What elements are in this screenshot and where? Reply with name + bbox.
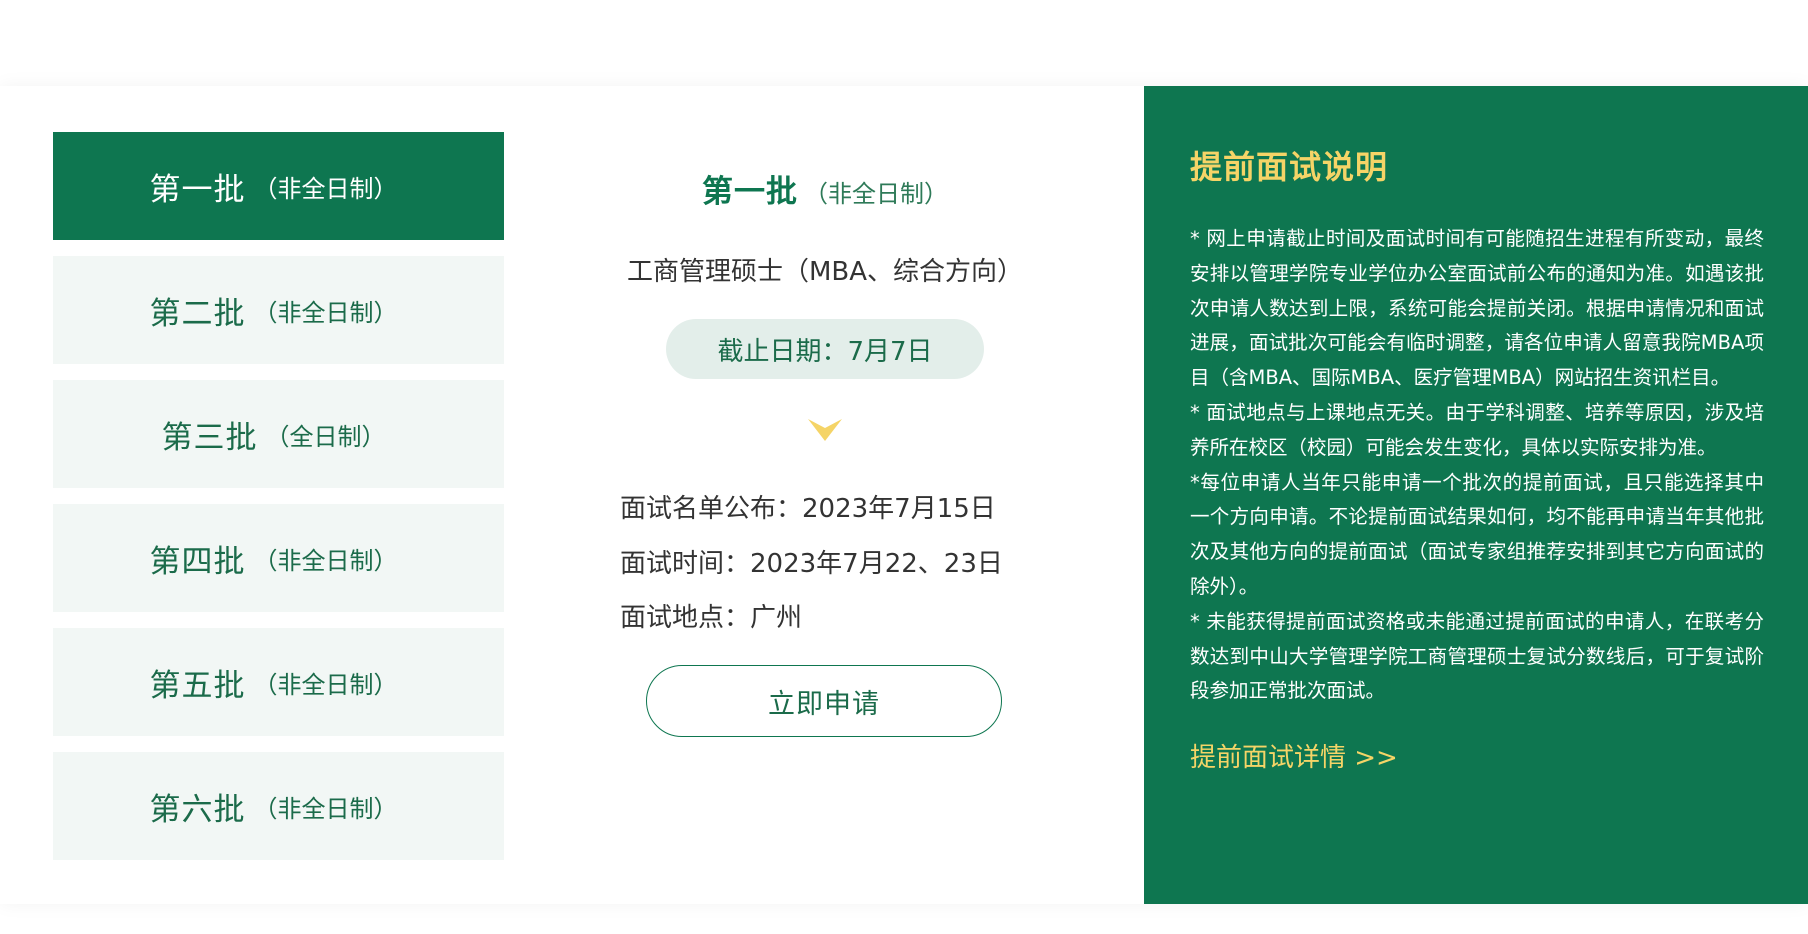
batch-detail: 第一批 （非全日制） 工商管理硕士（MBA、综合方向） 截止日期：7月7日 面试名… <box>560 86 1090 904</box>
deadline-badge: 截止日期：7月7日 <box>666 319 984 379</box>
batch-tab-name: 第一批 <box>149 171 246 208</box>
batch-tab-type: （非全日制） <box>253 794 398 823</box>
batch-tab-name: 第五批 <box>149 667 246 704</box>
batch-tab-name: 第六批 <box>149 791 246 828</box>
list-publish-date: 面试名单公布：2023年7月15日 <box>620 494 996 524</box>
notes-paragraph: * 面试地点与上课地点无关。由于学科调整、培养等原因，涉及培养所在校区（校园）可… <box>1190 400 1764 459</box>
notes-panel: 提前面试说明 * 网上申请截止时间及面试时间有可能随招生进程有所变动，最终安排以… <box>1144 86 1808 904</box>
batch-tab-type: （非全日制） <box>253 298 398 327</box>
batch-tab-name: 第四批 <box>149 543 246 580</box>
batch-tab-1[interactable]: 第一批 （非全日制） <box>53 132 504 240</box>
batch-tab-name: 第二批 <box>149 295 246 332</box>
notes-paragraph: * 网上申请截止时间及面试时间有可能随招生进程有所变动，最终安排以管理学院专业学… <box>1190 227 1764 390</box>
interview-details-link[interactable]: 提前面试详情 >> <box>1190 737 1398 774</box>
batch-list: 第一批 （非全日制） 第二批 （非全日制） 第三批 （全日制） 第四批 （非全日制） 第… <box>53 132 504 876</box>
batch-tab-4[interactable]: 第四批 （非全日制） <box>53 504 504 612</box>
batch-tab-type: （非全日制） <box>253 174 398 203</box>
batch-tab-6[interactable]: 第六批 （非全日制） <box>53 752 504 860</box>
page: 第一批 （非全日制） 第二批 （非全日制） 第三批 （全日制） 第四批 （非全日制） 第… <box>0 0 1808 934</box>
detail-title-sub: （非全日制） <box>804 180 948 208</box>
interview-card: 第一批 （非全日制） 第二批 （非全日制） 第三批 （全日制） 第四批 （非全日制） 第… <box>0 86 1808 904</box>
notes-paragraph: *每位申请人当年只能申请一个批次的提前面试，且只能选择其中一个方向申请。不论提前… <box>1190 470 1764 598</box>
chevron-down-icon <box>808 419 842 441</box>
interview-time: 面试时间：2023年7月22、23日 <box>620 549 1003 579</box>
notes-paragraph: * 未能获得提前面试资格或未能通过提前面试的申请人，在联考分数达到中山大学管理学… <box>1190 609 1764 703</box>
batch-tab-2[interactable]: 第二批 （非全日制） <box>53 256 504 364</box>
batch-tab-5[interactable]: 第五批 （非全日制） <box>53 628 504 736</box>
program-name: 工商管理硕士（MBA、综合方向） <box>626 257 1024 287</box>
notes-title: 提前面试说明 <box>1190 148 1389 186</box>
detail-title: 第一批 （非全日制） <box>560 166 1090 211</box>
batch-tab-3[interactable]: 第三批 （全日制） <box>53 380 504 488</box>
batch-tab-type: （全日制） <box>265 422 386 451</box>
notes-text: * 网上申请截止时间及面试时间有可能随招生进程有所变动，最终安排以管理学院专业学… <box>1190 222 1764 709</box>
batch-tab-name: 第三批 <box>161 419 258 456</box>
detail-title-main: 第一批 <box>702 174 798 210</box>
apply-now-button[interactable]: 立即申请 <box>646 665 1002 737</box>
batch-tab-type: （非全日制） <box>253 546 398 575</box>
interview-location: 面试地点：广州 <box>620 603 803 633</box>
batch-tab-type: （非全日制） <box>253 670 398 699</box>
